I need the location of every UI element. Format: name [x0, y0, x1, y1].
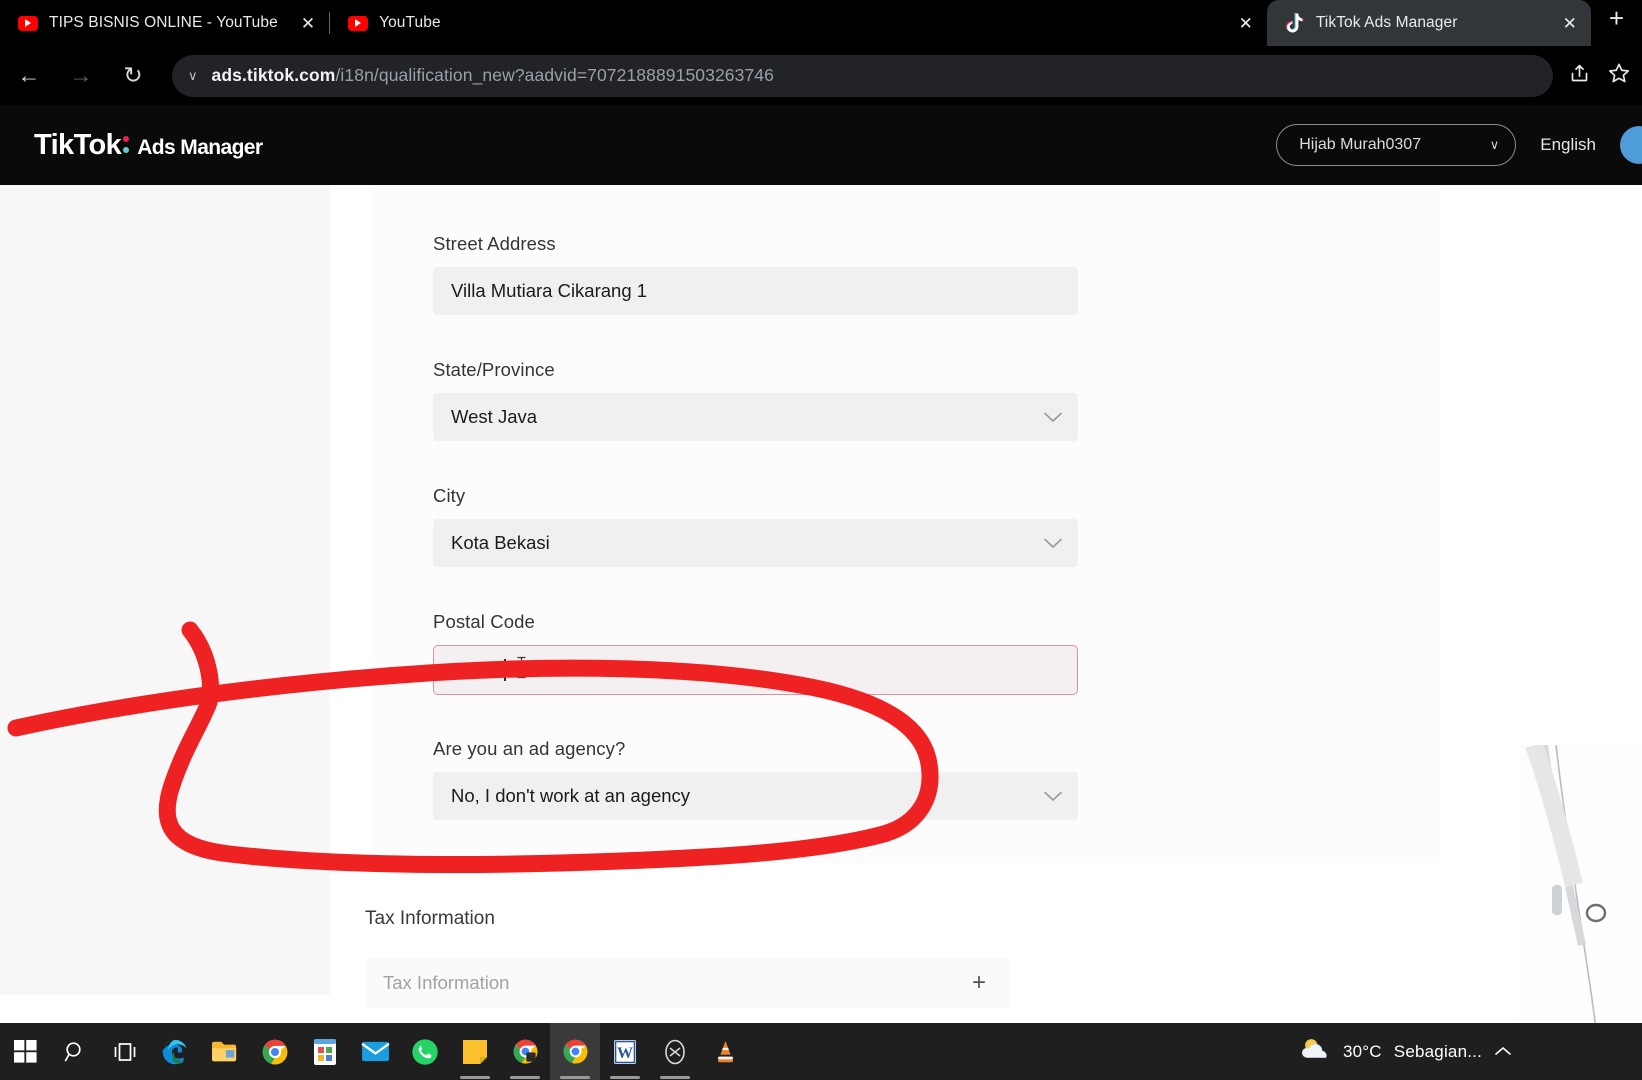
tiktok-ads-manager-logo[interactable]: TikTok Ads Manager [34, 128, 263, 162]
account-name: Hijab Murah0307 [1299, 136, 1422, 153]
field-value: No, I don't work at an agency [451, 785, 691, 806]
street-address-input[interactable]: Villa Mutiara Cikarang 1 [433, 267, 1078, 315]
tab-title: TikTok Ads Manager [1315, 14, 1458, 31]
chevron-down-icon: ∨ [188, 67, 198, 83]
tab-close-icon[interactable]: ✕ [1563, 15, 1577, 32]
url-path: /i18n/qualification_new?aadvid=707218889… [335, 65, 774, 85]
chevron-down-icon [1044, 406, 1062, 428]
field-label: State/Province [433, 359, 555, 380]
toolbar-icon-group [1569, 62, 1642, 89]
weather-condition[interactable]: Sebagian... [1394, 1042, 1482, 1062]
page-body: Street Address Villa Mutiara Cikarang 1 … [0, 185, 1642, 1080]
tab-title: TIPS BISNIS ONLINE - YouTube [49, 14, 278, 31]
browser-chrome: TIPS BISNIS ONLINE - YouTube ✕ YouTube ✕… [0, 0, 1642, 105]
chevron-down-icon: ∨ [1489, 137, 1500, 152]
chrome-button[interactable] [250, 1023, 300, 1080]
youtube-icon [348, 13, 369, 33]
chrome-window-1-button[interactable] [500, 1023, 550, 1080]
bookmark-star-icon[interactable] [1608, 62, 1630, 89]
url-domain: ads.tiktok.com [211, 65, 336, 85]
city-select[interactable]: Kota Bekasi [433, 519, 1078, 567]
weather-temperature[interactable]: 30°C [1343, 1042, 1382, 1062]
file-explorer-button[interactable] [200, 1023, 250, 1080]
whatsapp-button[interactable] [400, 1023, 450, 1080]
field-street-address: Street Address Villa Mutiara Cikarang 1 [433, 233, 1078, 315]
address-bar-url: ads.tiktok.com/i18n/qualification_new?aa… [212, 65, 774, 86]
search-button[interactable] [50, 1023, 100, 1080]
field-value: Kota Bekasi [451, 532, 550, 553]
field-label: City [433, 485, 466, 506]
chrome-window-2-button[interactable] [550, 1023, 600, 1080]
field-value: West Java [451, 406, 538, 427]
microsoft-store-button[interactable] [300, 1023, 350, 1080]
field-ad-agency: Are you an ad agency? No, I don't work a… [433, 738, 1078, 820]
form-fields-container: Street Address Villa Mutiara Cikarang 1 … [370, 185, 1440, 863]
task-view-button[interactable] [100, 1023, 150, 1080]
page-left-background [0, 185, 330, 995]
browser-tab-1[interactable]: TIPS BISNIS ONLINE - YouTube ✕ [0, 0, 330, 46]
youtube-icon [18, 13, 38, 33]
browser-tab-2[interactable]: YouTube ✕ [330, 0, 1267, 46]
field-state-province: State/Province West Java [433, 359, 1078, 441]
vlc-button[interactable] [700, 1023, 750, 1080]
tax-information-placeholder: Tax Information [383, 972, 510, 993]
field-value: 17534 [452, 659, 504, 680]
windows-taskbar: W 30°C Sebagian... [0, 1023, 1642, 1080]
share-icon[interactable] [1569, 63, 1590, 89]
edge-browser-button[interactable] [150, 1023, 200, 1080]
logo-ads-manager-text: Ads Manager [137, 135, 263, 159]
back-button[interactable]: ← [6, 53, 52, 99]
teamviewer-button[interactable] [650, 1023, 700, 1080]
forward-button[interactable]: → [58, 53, 104, 99]
tab-close-icon[interactable]: ✕ [301, 15, 315, 32]
state-province-select[interactable]: West Java [433, 393, 1078, 441]
sticky-notes-button[interactable] [450, 1023, 500, 1080]
browser-toolbar: ← → ↻ ∨ ads.tiktok.com/i18n/qualificatio… [0, 46, 1642, 105]
new-tab-button[interactable]: + [1591, 5, 1642, 31]
partly-cloudy-icon [1299, 1036, 1331, 1067]
mail-button[interactable] [350, 1023, 400, 1080]
field-postal-code: Postal Code 17534 [433, 611, 1078, 695]
field-city: City Kota Bekasi [433, 485, 1078, 567]
tax-information-heading: Tax Information [365, 908, 495, 929]
field-label: Street Address [433, 233, 556, 254]
taskbar-status-area: 30°C Sebagian... [1299, 1036, 1642, 1067]
text-cursor-icon [516, 656, 527, 685]
svg-text:W: W [617, 1045, 633, 1062]
screen: TIPS BISNIS ONLINE - YouTube ✕ YouTube ✕… [0, 0, 1642, 1080]
ad-agency-select[interactable]: No, I don't work at an agency [433, 772, 1078, 820]
start-button[interactable] [0, 1023, 50, 1080]
chevron-down-icon [1044, 785, 1062, 807]
field-label: Postal Code [433, 611, 535, 632]
tax-information-row[interactable]: Tax Information + [365, 958, 1010, 1008]
browser-tabstrip: TIPS BISNIS ONLINE - YouTube ✕ YouTube ✕… [0, 0, 1642, 46]
plus-icon[interactable]: + [972, 971, 986, 995]
tab-title: YouTube [379, 14, 441, 31]
tax-information-section: Tax Information Tax Information + [365, 908, 1065, 1008]
tiktok-icon [1285, 12, 1305, 33]
logo-tiktok-text: TikTok [34, 128, 122, 161]
address-bar[interactable]: ∨ ads.tiktok.com/i18n/qualification_new?… [172, 54, 1553, 97]
logo-colon-icon [122, 132, 133, 154]
chevron-up-icon[interactable] [1494, 1042, 1512, 1062]
taskbar-icons: W [0, 1023, 750, 1080]
reload-button[interactable]: ↻ [110, 53, 156, 99]
postal-code-input[interactable]: 17534 [433, 645, 1078, 695]
text-caret [504, 659, 507, 681]
language-selector[interactable]: English [1540, 135, 1596, 155]
avatar[interactable] [1620, 126, 1642, 164]
field-value: Villa Mutiara Cikarang 1 [451, 280, 648, 301]
browser-tab-3-active[interactable]: TikTok Ads Manager ✕ [1266, 0, 1591, 46]
word-button[interactable]: W [600, 1023, 650, 1080]
header-right-group: Hijab Murah0307 ∨ English [1276, 124, 1642, 166]
field-label: Are you an ad agency? [433, 738, 626, 759]
chevron-down-icon [1044, 532, 1062, 554]
tab-close-icon[interactable]: ✕ [1239, 15, 1253, 32]
account-selector[interactable]: Hijab Murah0307 ∨ [1276, 124, 1517, 166]
tiktok-ads-header: TikTok Ads Manager Hijab Murah0307 ∨ Eng… [0, 105, 1642, 185]
